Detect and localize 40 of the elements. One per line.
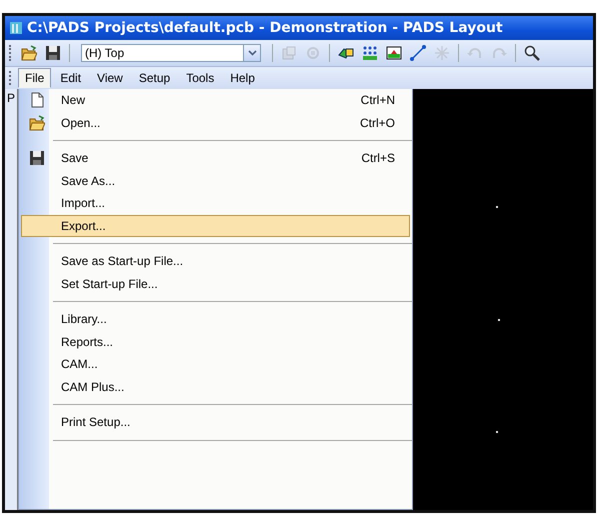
menu-item[interactable]: Reports... bbox=[21, 330, 410, 353]
menu-item[interactable]: Set Start-up File... bbox=[21, 272, 410, 295]
menu-item[interactable]: Tools bbox=[179, 68, 222, 88]
menu-item[interactable]: Save Ctrl+S bbox=[21, 147, 410, 170]
folder-icon bbox=[29, 114, 45, 131]
folder-icon bbox=[21, 45, 37, 61]
menu-item[interactable]: Library... bbox=[21, 308, 410, 330]
menu-item[interactable]: Print Setup... bbox=[21, 411, 410, 434]
menu-item[interactable]: CAM... bbox=[21, 353, 410, 376]
caret-icon bbox=[248, 50, 256, 56]
menu-item[interactable]: Edit bbox=[53, 68, 88, 88]
ring-icon bbox=[305, 45, 321, 61]
undo-icon bbox=[467, 45, 483, 61]
menu-item[interactable]: New Ctrl+N bbox=[21, 89, 410, 112]
menu-item[interactable]: Save As... bbox=[21, 170, 410, 192]
menu-item[interactable]: View bbox=[90, 68, 130, 88]
menu-item[interactable]: Export... bbox=[21, 214, 410, 237]
shortcut-label: Ctrl+N bbox=[360, 93, 396, 108]
board-icon bbox=[386, 45, 402, 61]
panel-tab[interactable]: P bbox=[6, 91, 15, 105]
menu-item[interactable]: Help bbox=[223, 68, 262, 88]
menu-item[interactable]: File bbox=[18, 68, 52, 88]
menu-item[interactable]: Import... bbox=[21, 192, 410, 214]
redo-icon bbox=[491, 45, 507, 61]
asterisk-icon bbox=[434, 45, 450, 61]
window-title: C:\PADS Projects\default.pcb - Demonstration - PADS Layout bbox=[27, 20, 503, 36]
menu-item[interactable]: Open... Ctrl+O bbox=[21, 112, 410, 134]
layer-field[interactable]: (H) Top bbox=[81, 44, 243, 62]
line-icon bbox=[410, 45, 426, 61]
menu-item[interactable]: Save as Start-up File... bbox=[21, 250, 410, 272]
document-icon bbox=[29, 92, 45, 108]
menu-item[interactable]: CAM Plus... bbox=[21, 376, 410, 398]
shortcut-label: Ctrl+S bbox=[361, 151, 396, 166]
shortcut-label: Ctrl+O bbox=[360, 116, 396, 130]
menu-item[interactable]: Setup bbox=[132, 68, 178, 88]
stacked-boxes-icon bbox=[281, 45, 297, 61]
app-icon bbox=[9, 21, 23, 35]
dot-grid-icon bbox=[362, 45, 378, 61]
search-icon bbox=[524, 45, 540, 61]
dropdown-button[interactable] bbox=[243, 44, 261, 62]
